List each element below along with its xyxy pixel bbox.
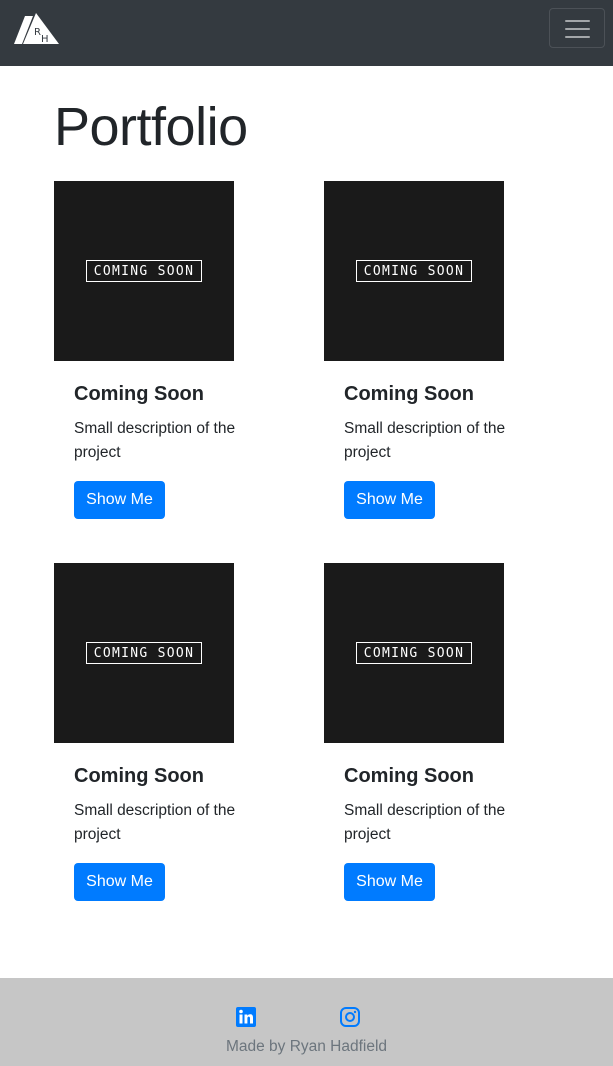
coming-soon-badge: COMING SOON (356, 642, 472, 664)
card-description: Small description of the project (74, 420, 236, 461)
page-title: Portfolio (54, 97, 248, 157)
project-card: COMING SOON Coming Soon Small descriptio… (324, 563, 554, 903)
show-me-button[interactable]: Show Me (344, 863, 435, 901)
project-card: COMING SOON Coming Soon Small descriptio… (54, 181, 284, 521)
instagram-link[interactable] (339, 1006, 361, 1028)
footer: Made by Ryan Hadfield (0, 978, 613, 1066)
logo-mark-icon: R H (14, 13, 59, 45)
show-me-button[interactable]: Show Me (74, 481, 165, 519)
coming-soon-badge: COMING SOON (86, 260, 202, 282)
image-label: COMING SOON (363, 263, 465, 279)
project-card: COMING SOON Coming Soon Small descriptio… (54, 563, 284, 903)
card-title: Coming Soon (344, 765, 474, 787)
project-image: COMING SOON (54, 563, 234, 743)
project-image: COMING SOON (324, 181, 504, 361)
logo-letter-h: H (41, 34, 49, 45)
card-title: Coming Soon (74, 765, 204, 787)
navbar-toggle-button[interactable] (549, 8, 605, 48)
footer-credit: Made by Ryan Hadfield (225, 1038, 388, 1055)
coming-soon-badge: COMING SOON (86, 642, 202, 664)
project-card: COMING SOON Coming Soon Small descriptio… (324, 181, 554, 521)
navbar: R H (0, 0, 613, 66)
card-description: Small description of the project (344, 802, 506, 843)
project-image: COMING SOON (324, 563, 504, 743)
image-label: COMING SOON (363, 645, 465, 661)
brand-logo[interactable]: R H (14, 12, 60, 45)
linkedin-link[interactable] (235, 1006, 257, 1028)
image-label: COMING SOON (93, 645, 195, 661)
show-me-button[interactable]: Show Me (344, 481, 435, 519)
project-image: COMING SOON (54, 181, 234, 361)
linkedin-icon (236, 1007, 256, 1027)
instagram-icon (340, 1007, 360, 1027)
show-me-button[interactable]: Show Me (74, 863, 165, 901)
coming-soon-badge: COMING SOON (356, 260, 472, 282)
card-description: Small description of the project (74, 802, 236, 843)
logo-letter-r: R (34, 27, 41, 38)
card-description: Small description of the project (344, 420, 506, 461)
card-title: Coming Soon (74, 383, 204, 405)
image-label: COMING SOON (93, 263, 195, 279)
card-title: Coming Soon (344, 383, 474, 405)
